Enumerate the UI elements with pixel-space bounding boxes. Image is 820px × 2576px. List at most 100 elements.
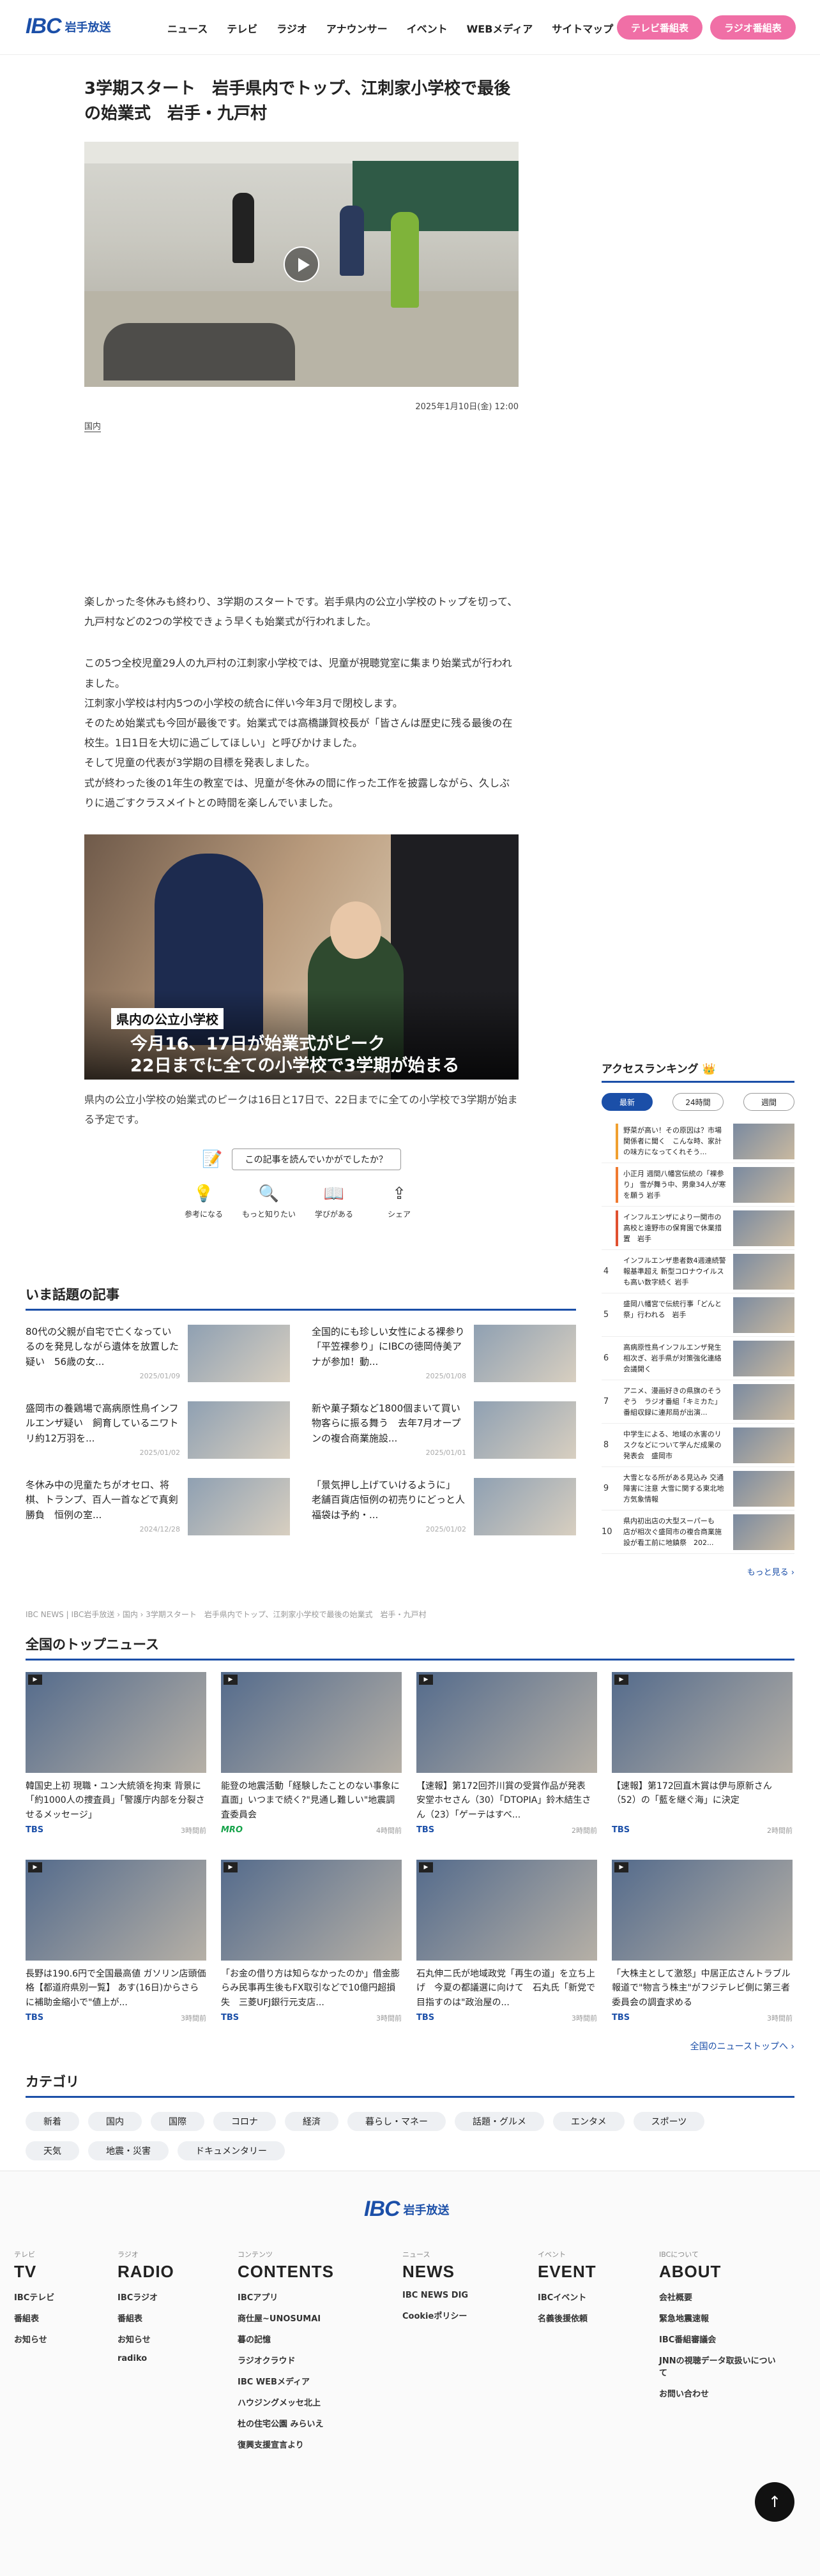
footer-link[interactable]: 商仕屋~UNOSUMAI — [238, 2312, 402, 2324]
category-chip[interactable]: 新着 — [26, 2112, 79, 2131]
ranking-item[interactable]: 6 高病原性鳥インフルエンザ発生相次ぎ、岩手県が対策強化連絡会議開く — [602, 1337, 794, 1380]
category-chip[interactable]: 暮らし・マネー — [347, 2112, 446, 2131]
footer-link[interactable]: JNNの視聴データ取扱いについて — [659, 2354, 783, 2378]
trending-item[interactable]: 盛岡市の養鶏場で高病原性鳥インフルエンザ疑い 飼育しているニワトリ約12万羽を.… — [26, 1401, 290, 1459]
category-chip[interactable]: 天気 — [26, 2141, 79, 2160]
topnews-meta: MRO 4時間前 — [221, 1825, 402, 1835]
topnews-item[interactable]: ▶ 【速報】第172回芥川賞の受賞作品が発表 安堂ホセさん（30）「DTOPIA」… — [416, 1672, 597, 1838]
ranking-title: 大雪となる所がある見込み 交通障害に注意 大雪に関する東北地方気象情報 — [623, 1473, 724, 1503]
site-logo[interactable]: IBC 岩手放送 — [26, 14, 111, 39]
footer-link[interactable]: Cookieポリシー — [402, 2309, 538, 2321]
ranking-number: 4 — [603, 1267, 609, 1276]
ranking-item[interactable]: 野菜が高い！その原因は？市場関係者に聞く こんな時、家計の味方になってくれそう.… — [602, 1120, 794, 1163]
footer-link[interactable]: IBCラジオ — [118, 2291, 238, 2303]
topnews-item[interactable]: ▶ 「お金の借り方は知らなかったのか」借金膨らみ民事再生後もFX取引などで10億円… — [221, 1860, 402, 2026]
tab-24h[interactable]: 24時間 — [672, 1093, 724, 1111]
trending-item[interactable]: 新や菓子類など1800個まいて買い物客らに振る舞う 去年7月オープンの複合商業施… — [312, 1401, 576, 1459]
hero-video[interactable] — [84, 142, 519, 387]
footer-link[interactable]: ラジオクラウド — [238, 2354, 402, 2366]
nav-announcer[interactable]: アナウンサー — [326, 20, 388, 36]
topnews-item[interactable]: ▶ 韓国史上初 現職・ユン大統領を拘束 背景に「約1000人の捜査員」「警護庁内部… — [26, 1672, 206, 1838]
nav-sitemap[interactable]: サイトマップ — [552, 20, 613, 36]
reaction-learn-button[interactable]: 📖 学びがある — [307, 1184, 361, 1219]
footer-link[interactable]: 番組表 — [14, 2312, 118, 2324]
footer-link[interactable]: IBCアプリ — [238, 2291, 402, 2303]
trending-item[interactable]: 全国的にも珍しい女性による裸参り「平笠裸参り」にIBCの徳岡侍美アナが参加！動.… — [312, 1325, 576, 1382]
ranking-item[interactable]: 7 アニメ、漫画好きの県旗のそうぞう ラジオ番組「キミカた」番組収録に連邦局が出演… — [602, 1380, 794, 1424]
nav-tv[interactable]: テレビ — [227, 20, 257, 36]
footer-link[interactable]: IBC番組審議会 — [659, 2333, 783, 2345]
footer-link[interactable]: IBCイベント — [538, 2291, 659, 2303]
nav-news[interactable]: ニュース — [167, 20, 208, 36]
nav-webmedia[interactable]: WEBメディア — [467, 20, 533, 36]
footer-link[interactable]: IBCテレビ — [14, 2291, 118, 2303]
site-header: IBC 岩手放送 ニュース テレビ ラジオ アナウンサー イベント WEBメディ… — [0, 0, 820, 55]
category-chip[interactable]: 経済 — [285, 2112, 338, 2131]
footer-column: イベント EVENT IBCイベント 名義後援依頼 — [538, 2249, 659, 2450]
footer-link[interactable]: お知らせ — [118, 2333, 238, 2345]
footer-link[interactable]: ハウジングメッセ北上 — [238, 2396, 402, 2408]
topnews-more-link[interactable]: 全国のニューストップへ › — [26, 2040, 794, 2053]
trending-item[interactable]: 「景気押し上げていけるように」 老舗百貨店恒例の初売りにどっと人 福袋は予約・.… — [312, 1478, 576, 1535]
category-chip[interactable]: エンタメ — [553, 2112, 625, 2131]
category-chip[interactable]: コロナ — [213, 2112, 276, 2131]
share-button[interactable]: ⇪ シェア — [372, 1184, 426, 1219]
ranking-item[interactable]: 8 中学生による、地域の水害のリスクなどについて学んだ成果の発表会 盛岡市 — [602, 1424, 794, 1467]
trending-thumbnail — [188, 1401, 290, 1459]
reaction-more-button[interactable]: 🔍 もっと知りたい — [242, 1184, 296, 1219]
footer-link[interactable]: 番組表 — [118, 2312, 238, 2324]
ranking-item[interactable]: 小正月 週間八幡宮伝統の「裸参り」 雪が舞う中、男衆34人が寒を願う 岩手 — [602, 1163, 794, 1207]
ranking-item[interactable]: 10 県内初出店の大型スーパーも 店が相次ぐ盛岡市の複合商業施設が看工前に地鎮祭 … — [602, 1510, 794, 1554]
tab-latest[interactable]: 最新 — [602, 1093, 653, 1111]
footer-link[interactable]: 会社概要 — [659, 2291, 783, 2303]
footer-column-sub: ニュース — [402, 2250, 430, 2259]
radio-schedule-button[interactable]: ラジオ番組表 — [710, 15, 796, 40]
ranking-item[interactable]: 4 インフルエンザ患者数4週連続警報基準超え 新型コロナウイルスも高い数字続く 岩… — [602, 1250, 794, 1293]
category-chip[interactable]: ドキュメンタリー — [178, 2141, 285, 2160]
footer-link[interactable]: 杜の住宅公園 みらいえ — [238, 2417, 402, 2429]
topnews-item[interactable]: ▶ 長野は190.6円で全国最高値 ガソリン店頭価格【都道府県別一覧】 あす(16… — [26, 1860, 206, 2026]
category-chip[interactable]: スポーツ — [633, 2112, 705, 2131]
footer-link[interactable]: 緊急地震速報 — [659, 2312, 783, 2324]
topnews-item[interactable]: ▶ 石丸伸二氏が地域政党「再生の道」を立ち上げ 今夏の都議選に向けて 石丸氏「新党… — [416, 1860, 597, 2026]
ranking-item[interactable]: インフルエンザにより一関市の高校と遠野市の保育園で休業措置 岩手 — [602, 1207, 794, 1250]
tv-schedule-button[interactable]: テレビ番組表 — [617, 15, 703, 40]
category-chip[interactable]: 話題・グルメ — [455, 2112, 544, 2131]
tab-weekly[interactable]: 週間 — [743, 1093, 794, 1111]
trending-date: 2025/01/08 — [425, 1372, 466, 1380]
trending-thumbnail — [188, 1478, 290, 1535]
ranking-more-link[interactable]: もっと見る › — [602, 1565, 794, 1578]
reaction-helpful-button[interactable]: 💡 参考になる — [177, 1184, 231, 1219]
category-chip[interactable]: 国内 — [88, 2112, 142, 2131]
footer-link[interactable]: radiko — [118, 2354, 238, 2363]
nav-radio[interactable]: ラジオ — [277, 20, 307, 36]
trending-item[interactable]: 80代の父親が自宅で亡くなっているのを発見しながら遺体を放置した疑い 56歳の女… — [26, 1325, 290, 1382]
ranking-bar — [616, 1210, 618, 1246]
topnews-item[interactable]: ▶ 【速報】第172回直木賞は伊与原新さん（52）の「藍を継ぐ海」に決定 TBS 2時… — [612, 1672, 793, 1838]
topnews-item[interactable]: ▶ 能登の地震活動「経験したことのない事象に直面」いつまで続く?"見通し難しい"地… — [221, 1672, 402, 1838]
ranking-item[interactable]: 9 大雪となる所がある見込み 交通障害に注意 大雪に関する東北地方気象情報 — [602, 1467, 794, 1510]
footer-logo[interactable]: IBC 岩手放送 — [364, 2197, 450, 2222]
footer-link[interactable]: 暮の記憶 — [238, 2333, 402, 2345]
category-chip[interactable]: 国際 — [151, 2112, 204, 2131]
back-to-top-button[interactable]: ↑ — [755, 2482, 794, 2522]
trending-title: 80代の父親が自宅で亡くなっているのを発見しながら遺体を放置した疑い 56歳の女… — [26, 1326, 179, 1367]
reaction-label: もっと知りたい — [242, 1210, 296, 1219]
footer-link[interactable]: IBC WEBメディア — [238, 2375, 402, 2387]
footer-link[interactable]: お問い合わせ — [659, 2387, 783, 2399]
comment-icon: 📝 — [202, 1150, 223, 1170]
footer-link[interactable]: 復興支援宣言より — [238, 2438, 402, 2450]
footer-link[interactable]: お知らせ — [14, 2333, 118, 2345]
play-icon[interactable] — [284, 246, 319, 282]
article-category-link[interactable]: 国内 — [84, 419, 102, 432]
footer-column-sub: テレビ — [14, 2250, 35, 2259]
article-body: 楽しかった冬休みも終わり、3学期のスタートです。岩手県内の公立小学校のトップを切… — [84, 592, 519, 813]
footer-link[interactable]: IBC NEWS DIG — [402, 2291, 538, 2300]
category-chip[interactable]: 地震・災害 — [88, 2141, 169, 2160]
footer-link[interactable]: 名義後援依頼 — [538, 2312, 659, 2324]
ranking-item[interactable]: 5 盛岡八幡宮で伝統行事「どんと祭」行われる 岩手 — [602, 1293, 794, 1337]
categories-heading: カテゴリ — [26, 2072, 794, 2098]
nav-event[interactable]: イベント — [407, 20, 448, 36]
trending-item[interactable]: 冬休み中の児童たちがオセロ、将棋、トランプ、百人一首などで真剣勝負 恒例の室..… — [26, 1478, 290, 1535]
topnews-item[interactable]: ▶ 「大株主として激怒」中居正広さんトラブル報道で"物言う株主"がフジテレビ側に第… — [612, 1860, 793, 2026]
